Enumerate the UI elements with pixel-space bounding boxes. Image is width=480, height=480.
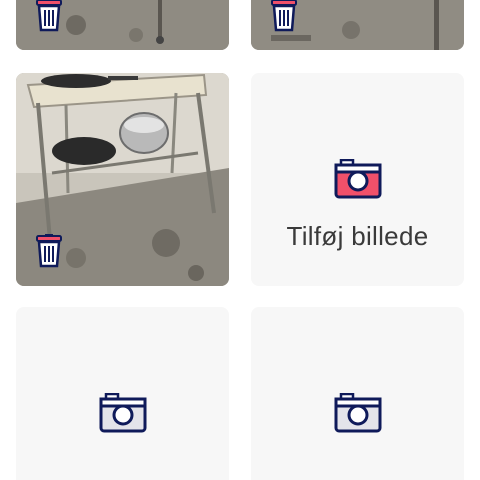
delete-photo-button[interactable]	[269, 0, 299, 32]
camera-icon	[99, 392, 146, 433]
delete-photo-button[interactable]	[34, 0, 64, 32]
add-photo-slot-button[interactable]	[99, 392, 147, 438]
trash-icon	[36, 0, 62, 32]
empty-photo-slot[interactable]	[251, 307, 464, 480]
camera-icon	[334, 158, 381, 199]
trash-icon	[36, 234, 62, 268]
trash-icon	[271, 0, 297, 32]
photo-tile[interactable]	[16, 0, 229, 50]
photo-tile[interactable]	[251, 0, 464, 50]
photo-tile[interactable]	[16, 73, 229, 286]
add-photo-slot-button[interactable]	[334, 392, 382, 438]
add-photo-label: Tilføj billede	[286, 221, 429, 251]
camera-icon	[334, 392, 381, 433]
add-photo-tile[interactable]: Tilføj billede	[251, 73, 464, 286]
add-photo-button[interactable]	[334, 158, 382, 204]
delete-photo-button[interactable]	[34, 234, 64, 268]
empty-photo-slot[interactable]	[16, 307, 229, 480]
